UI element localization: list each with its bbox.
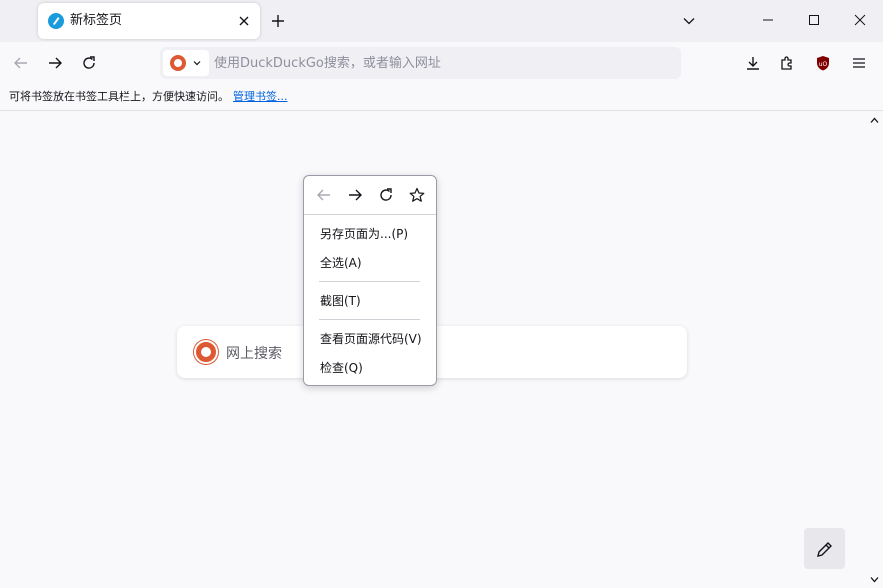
- firefox-newtab-icon: [48, 13, 64, 29]
- tab-title: 新标签页: [70, 13, 123, 28]
- scroll-up-button[interactable]: [866, 112, 883, 129]
- download-icon: [747, 57, 759, 70]
- plus-icon: [272, 15, 284, 27]
- duckduckgo-icon: [170, 55, 186, 71]
- app-menu-button[interactable]: [845, 49, 873, 77]
- arrow-left-icon: [14, 57, 27, 69]
- pencil-icon: [816, 541, 832, 557]
- bookmarks-toolbar: 可将书签放在书签工具栏上，方便快速访问。 管理书签...: [0, 84, 883, 111]
- url-bar[interactable]: [160, 47, 681, 79]
- navigation-toolbar: uO: [0, 42, 883, 84]
- duckduckgo-icon: [194, 340, 218, 364]
- forward-button[interactable]: [41, 49, 69, 77]
- search-placeholder: 网上搜索: [226, 346, 282, 362]
- chevron-down-icon: [193, 61, 201, 66]
- arrow-right-icon: [349, 189, 362, 201]
- extensions-button[interactable]: [773, 49, 801, 77]
- context-forward-button[interactable]: [344, 184, 366, 206]
- arrow-right-icon: [49, 57, 62, 69]
- downloads-button[interactable]: [739, 49, 767, 77]
- manage-bookmarks-link[interactable]: 管理书签...: [233, 90, 288, 103]
- menu-item-select-all[interactable]: 全选(A): [320, 255, 362, 271]
- vertical-scrollbar[interactable]: [866, 112, 883, 588]
- reload-icon: [83, 56, 95, 69]
- menu-separator: [319, 319, 420, 320]
- bookmarks-empty-message: 可将书签放在书签工具栏上，方便快速访问。: [9, 90, 229, 103]
- search-engine-button[interactable]: [163, 50, 209, 76]
- ublock-origin-button[interactable]: uO: [809, 49, 837, 77]
- context-menu-navigation: [304, 176, 436, 214]
- window-close-button[interactable]: [837, 0, 883, 40]
- new-tab-button[interactable]: [266, 9, 290, 33]
- menu-item-inspect[interactable]: 检查(Q): [320, 360, 363, 376]
- back-button[interactable]: [7, 49, 35, 77]
- arrow-left-icon: [317, 189, 330, 201]
- reload-icon: [380, 188, 392, 201]
- maximize-button[interactable]: [791, 0, 837, 40]
- menu-item-screenshot[interactable]: 截图(T): [320, 293, 361, 309]
- minimize-button[interactable]: [745, 0, 791, 40]
- menu-separator: [319, 281, 420, 282]
- puzzle-icon: [781, 56, 792, 70]
- reload-button[interactable]: [75, 49, 103, 77]
- tab-strip: 新标签页: [0, 0, 883, 42]
- url-input[interactable]: [214, 47, 674, 79]
- chevron-down-icon: [683, 18, 695, 25]
- list-all-tabs-button[interactable]: [677, 9, 701, 33]
- customize-newtab-button[interactable]: [804, 528, 845, 569]
- tab-newtab[interactable]: 新标签页: [38, 3, 260, 39]
- menu-separator: [304, 214, 436, 215]
- chevron-up-icon: [870, 117, 879, 123]
- star-icon: [409, 187, 425, 202]
- minimize-icon: [763, 19, 773, 21]
- menu-item-view-source[interactable]: 查看页面源代码(V): [320, 331, 422, 347]
- context-reload-button[interactable]: [375, 184, 397, 206]
- scroll-down-button[interactable]: [866, 571, 883, 588]
- maximize-icon: [809, 15, 819, 25]
- chevron-down-icon: [870, 577, 879, 583]
- close-icon[interactable]: [234, 11, 254, 31]
- context-bookmark-button[interactable]: [406, 184, 428, 206]
- context-menu: 另存页面为...(P) 全选(A) 截图(T) 查看页面源代码(V) 检查(Q): [303, 175, 437, 386]
- menu-item-save-page[interactable]: 另存页面为...(P): [320, 226, 408, 242]
- hamburger-menu-icon: [853, 58, 865, 68]
- close-icon: [854, 14, 866, 26]
- context-back-button[interactable]: [313, 184, 335, 206]
- svg-text:uO: uO: [819, 61, 828, 68]
- ublock-shield-icon: uO: [817, 56, 829, 71]
